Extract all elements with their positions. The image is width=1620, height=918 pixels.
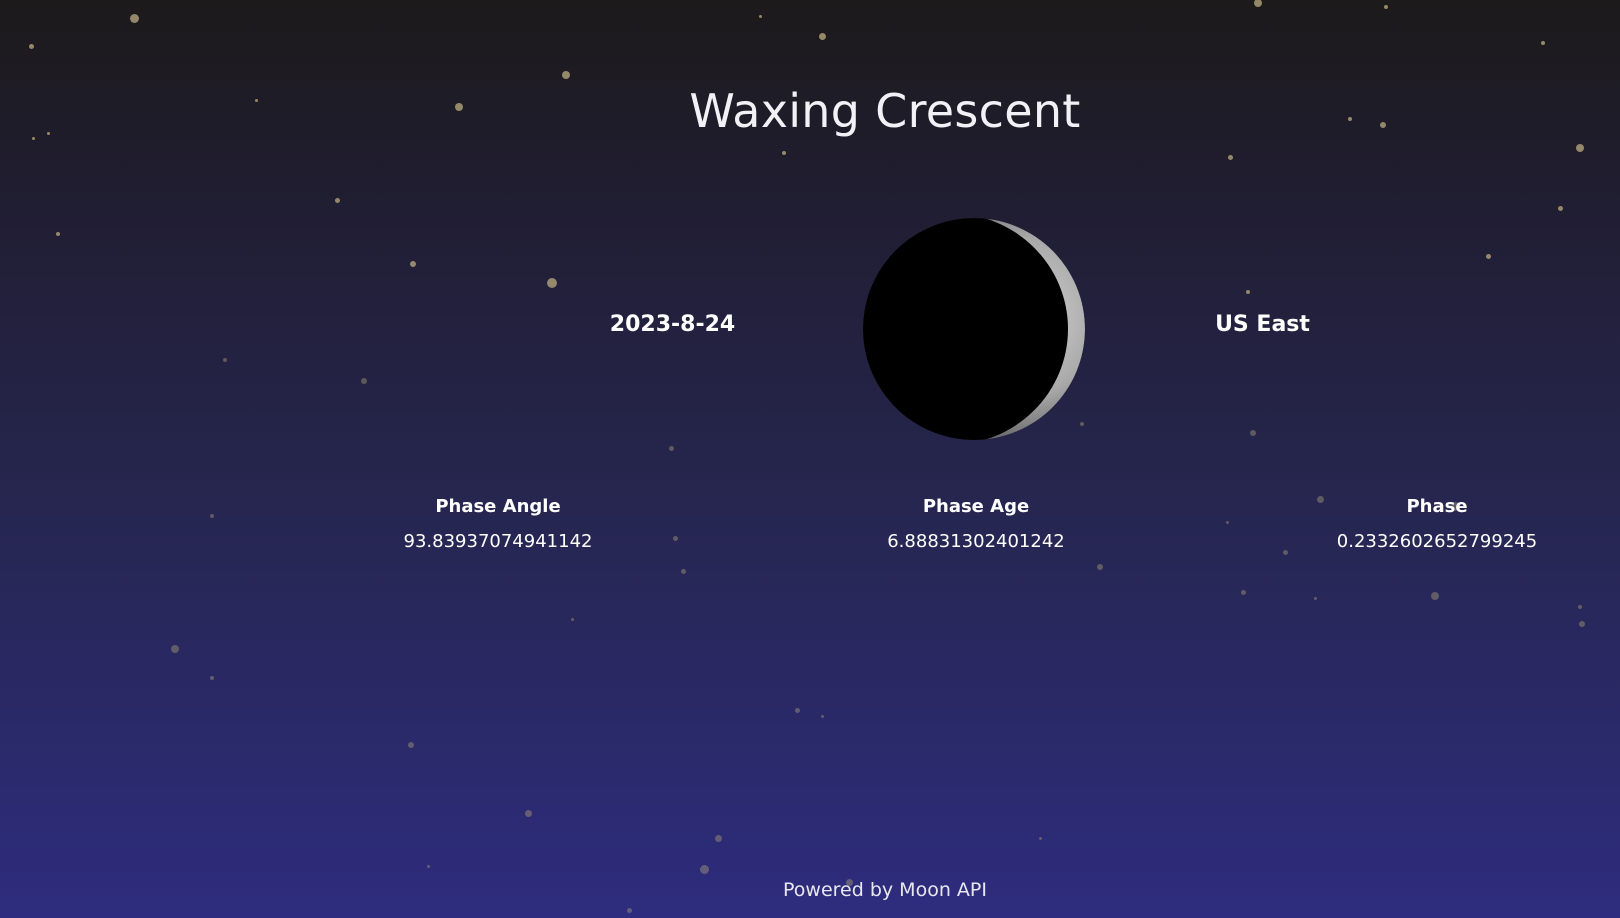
star-dot	[1576, 144, 1584, 152]
star-dot	[1225, 520, 1229, 524]
star-dot	[820, 714, 824, 718]
star-dot	[1384, 5, 1388, 9]
star-dot	[562, 71, 570, 79]
star-dot	[1250, 430, 1256, 436]
star-dot	[1282, 549, 1288, 555]
star-dot	[699, 864, 709, 874]
phase-value: 0.2332602652799245	[1336, 531, 1538, 552]
star-dot	[680, 568, 686, 574]
star-dot	[1579, 621, 1585, 627]
star-dot	[129, 13, 139, 23]
star-dot	[210, 514, 214, 518]
star-dot	[1557, 205, 1563, 211]
moon-crescent-icon	[863, 218, 1085, 440]
star-dot	[818, 32, 826, 40]
phase-age-value: 6.88831302401242	[887, 531, 1065, 552]
star-dot	[1485, 253, 1491, 259]
star-dot	[56, 232, 60, 236]
star-dot	[626, 907, 632, 913]
star-dot	[408, 742, 414, 748]
phase-age-stat: Phase Age 6.88831302401242	[836, 496, 1116, 552]
star-dot	[524, 809, 532, 817]
star-dot	[171, 645, 179, 653]
star-dot	[410, 261, 416, 267]
star-dot	[1038, 836, 1042, 840]
star-dot	[1246, 290, 1250, 294]
star-dot	[1240, 589, 1246, 595]
star-dot	[1254, 0, 1262, 7]
phase-name-title: Waxing Crescent	[689, 84, 1081, 138]
star-dot	[547, 278, 557, 288]
footer-credit: Powered by Moon API	[783, 879, 987, 901]
star-dot	[361, 378, 367, 384]
star-dot	[1431, 592, 1439, 600]
star-dot	[758, 14, 762, 18]
phase-stat: Phase 0.2332602652799245	[1297, 496, 1577, 552]
star-dot	[1097, 564, 1103, 570]
location-label: US East	[1215, 312, 1310, 337]
star-dot	[1227, 154, 1233, 160]
phase-angle-label: Phase Angle	[435, 496, 561, 517]
star-dot	[668, 445, 674, 451]
star-dot	[1578, 605, 1582, 609]
date-label: 2023-8-24	[609, 312, 736, 337]
star-dot	[794, 707, 800, 713]
star-dot	[28, 43, 34, 49]
phase-angle-stat: Phase Angle 93.83937074941142	[358, 496, 638, 552]
phase-label: Phase	[1406, 496, 1468, 517]
star-dot	[1313, 596, 1317, 600]
star-dot	[570, 617, 574, 621]
star-dot	[223, 358, 227, 362]
star-dot	[334, 197, 340, 203]
phase-age-label: Phase Age	[922, 496, 1030, 517]
star-dot	[714, 834, 722, 842]
star-dot	[426, 864, 430, 868]
star-dot	[782, 151, 786, 155]
star-dot	[1541, 41, 1545, 45]
star-dot	[672, 535, 678, 541]
phase-angle-value: 93.83937074941142	[403, 531, 593, 552]
star-dot	[210, 676, 214, 680]
